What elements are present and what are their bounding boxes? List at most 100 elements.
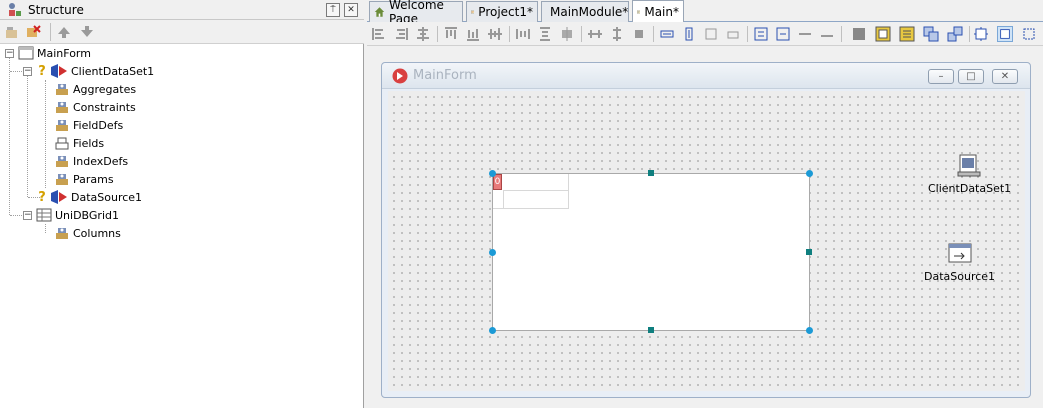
resize-handle-sw[interactable] bbox=[489, 327, 496, 334]
tree-item-label: ClientDataSet1 bbox=[71, 64, 155, 78]
property-icon bbox=[56, 84, 68, 95]
minimize-button[interactable]: – bbox=[928, 69, 954, 84]
toolbar-separator bbox=[437, 26, 438, 42]
distribute-h-icon[interactable] bbox=[587, 26, 603, 42]
tab-label: Main* bbox=[644, 4, 679, 19]
tab-main[interactable]: Main* bbox=[632, 0, 684, 22]
tree-item-mainform[interactable]: MainForm bbox=[18, 44, 91, 62]
home-icon bbox=[374, 7, 385, 17]
tree-item-label: Aggregates bbox=[73, 82, 137, 96]
tree-item-label: IndexDefs bbox=[73, 154, 129, 168]
align-center-icon[interactable] bbox=[415, 26, 431, 42]
grid-icon bbox=[36, 208, 52, 222]
select-all-icon[interactable] bbox=[899, 26, 915, 42]
tree-item-label: FieldDefs bbox=[73, 118, 124, 132]
tree-item-constraints[interactable]: Constraints bbox=[54, 98, 136, 116]
grid-cell bbox=[503, 191, 569, 209]
unidbgrid1[interactable]: 0 bbox=[492, 173, 810, 331]
close-panel-button[interactable]: ✕ bbox=[344, 3, 358, 17]
resize-handle-se[interactable] bbox=[806, 327, 813, 334]
snap-grid-icon[interactable] bbox=[973, 26, 989, 42]
maximize-button[interactable]: □ bbox=[958, 69, 984, 84]
group-icon[interactable] bbox=[923, 26, 939, 42]
center-window-icon[interactable] bbox=[559, 26, 575, 42]
ungroup-icon[interactable] bbox=[947, 26, 963, 42]
align-middle-icon[interactable] bbox=[487, 26, 503, 42]
show-grid-icon[interactable] bbox=[997, 26, 1013, 42]
scale-icon[interactable] bbox=[725, 26, 741, 42]
tab-mainmodule[interactable]: MainModule* bbox=[541, 1, 629, 22]
tab-order-icon[interactable] bbox=[753, 26, 769, 42]
size-icon[interactable] bbox=[703, 26, 719, 42]
align-left-icon[interactable] bbox=[371, 26, 387, 42]
tree-item-aggregates[interactable]: Aggregates bbox=[54, 80, 136, 98]
resize-handle-ne[interactable] bbox=[806, 170, 813, 177]
tree-item-params[interactable]: Params bbox=[54, 170, 114, 188]
tree-line bbox=[45, 224, 46, 233]
tree-line bbox=[10, 71, 22, 72]
tree-item-fields[interactable]: Fields bbox=[54, 134, 104, 152]
move-up-icon[interactable] bbox=[56, 24, 72, 40]
tab-project1[interactable]: Project1* bbox=[466, 1, 538, 22]
clientdataset-icon bbox=[957, 154, 981, 177]
move-down-icon[interactable] bbox=[79, 24, 95, 40]
size-height-icon[interactable] bbox=[681, 26, 697, 42]
resize-handle-n[interactable] bbox=[648, 170, 654, 176]
toolbar-separator bbox=[509, 26, 510, 42]
tree-item-label: DataSource1 bbox=[71, 190, 143, 204]
expander-unidbgrid[interactable]: − bbox=[23, 211, 32, 220]
property-icon bbox=[56, 156, 68, 167]
component-label: ClientDataSet1 bbox=[928, 182, 1012, 195]
distribute-v-icon[interactable] bbox=[609, 26, 625, 42]
space-horz-icon[interactable] bbox=[515, 26, 531, 42]
align-top-icon[interactable] bbox=[443, 26, 459, 42]
component-datasource1[interactable]: DataSource1 bbox=[924, 240, 995, 283]
expander-mainform[interactable]: − bbox=[5, 49, 14, 58]
tree-item-datasource1[interactable]: ? DataSource1 bbox=[36, 188, 142, 206]
send-back-icon[interactable] bbox=[875, 26, 891, 42]
component-label: DataSource1 bbox=[924, 270, 996, 283]
tree-item-fielddefs[interactable]: FieldDefs bbox=[54, 116, 123, 134]
size-width-icon[interactable] bbox=[659, 26, 675, 42]
tree-item-label: MainForm bbox=[37, 46, 91, 60]
warning-icon: ? bbox=[38, 189, 46, 205]
tree-line bbox=[10, 215, 22, 216]
tree-item-indexdefs[interactable]: IndexDefs bbox=[54, 152, 128, 170]
toolbar-separator bbox=[581, 26, 582, 42]
tree-item-unidbgrid1[interactable]: UniDBGrid1 bbox=[36, 206, 119, 224]
flip-icon[interactable] bbox=[797, 26, 813, 42]
new-item-icon[interactable] bbox=[4, 24, 20, 40]
main-form[interactable]: MainForm – □ ✕ 0 ClientDataSet1 DataSour… bbox=[381, 62, 1031, 398]
form-app-icon bbox=[392, 68, 408, 84]
structure-title: Structure bbox=[28, 3, 84, 17]
space-vert-icon[interactable] bbox=[537, 26, 553, 42]
structure-panel: Structure ⍑ ✕ − MainForm − ? ClientDataS… bbox=[0, 0, 364, 408]
resize-handle-nw[interactable] bbox=[489, 170, 496, 177]
tab-welcome-page[interactable]: Welcome Page bbox=[369, 0, 463, 26]
structure-title-bar: Structure ⍑ ✕ bbox=[0, 0, 364, 20]
form-caption: MainForm bbox=[413, 68, 477, 83]
lock-controls-icon[interactable] bbox=[819, 26, 835, 42]
bring-front-icon[interactable] bbox=[851, 26, 867, 42]
resize-handle-w[interactable] bbox=[489, 249, 496, 256]
align-bottom-icon[interactable] bbox=[465, 26, 481, 42]
tree-item-columns[interactable]: Columns bbox=[54, 224, 121, 242]
expander-clientdataset[interactable]: − bbox=[23, 67, 32, 76]
form-caption-bar[interactable]: MainForm – □ ✕ bbox=[382, 63, 1030, 89]
form-client-area[interactable]: 0 ClientDataSet1 DataSource1 bbox=[388, 91, 1025, 391]
component-clientdataset1[interactable]: ClientDataSet1 bbox=[928, 152, 1011, 195]
creation-order-icon[interactable] bbox=[775, 26, 791, 42]
editor-tabs: Welcome Page Project1* MainModule* Main* bbox=[367, 0, 1043, 26]
align-grid-icon[interactable] bbox=[631, 26, 647, 42]
property-icon bbox=[56, 228, 68, 239]
tree-line bbox=[27, 71, 28, 197]
align-right-icon[interactable] bbox=[393, 26, 409, 42]
selection-mode-icon[interactable] bbox=[1021, 26, 1037, 42]
tree-item-clientdataset1[interactable]: ? ClientDataSet1 bbox=[36, 62, 154, 80]
resize-handle-s[interactable] bbox=[648, 327, 654, 333]
tree-line bbox=[45, 80, 46, 188]
resize-handle-e[interactable] bbox=[806, 249, 812, 255]
close-form-button[interactable]: ✕ bbox=[992, 69, 1018, 84]
delete-item-icon[interactable] bbox=[25, 24, 41, 40]
pin-button[interactable]: ⍑ bbox=[326, 3, 340, 17]
